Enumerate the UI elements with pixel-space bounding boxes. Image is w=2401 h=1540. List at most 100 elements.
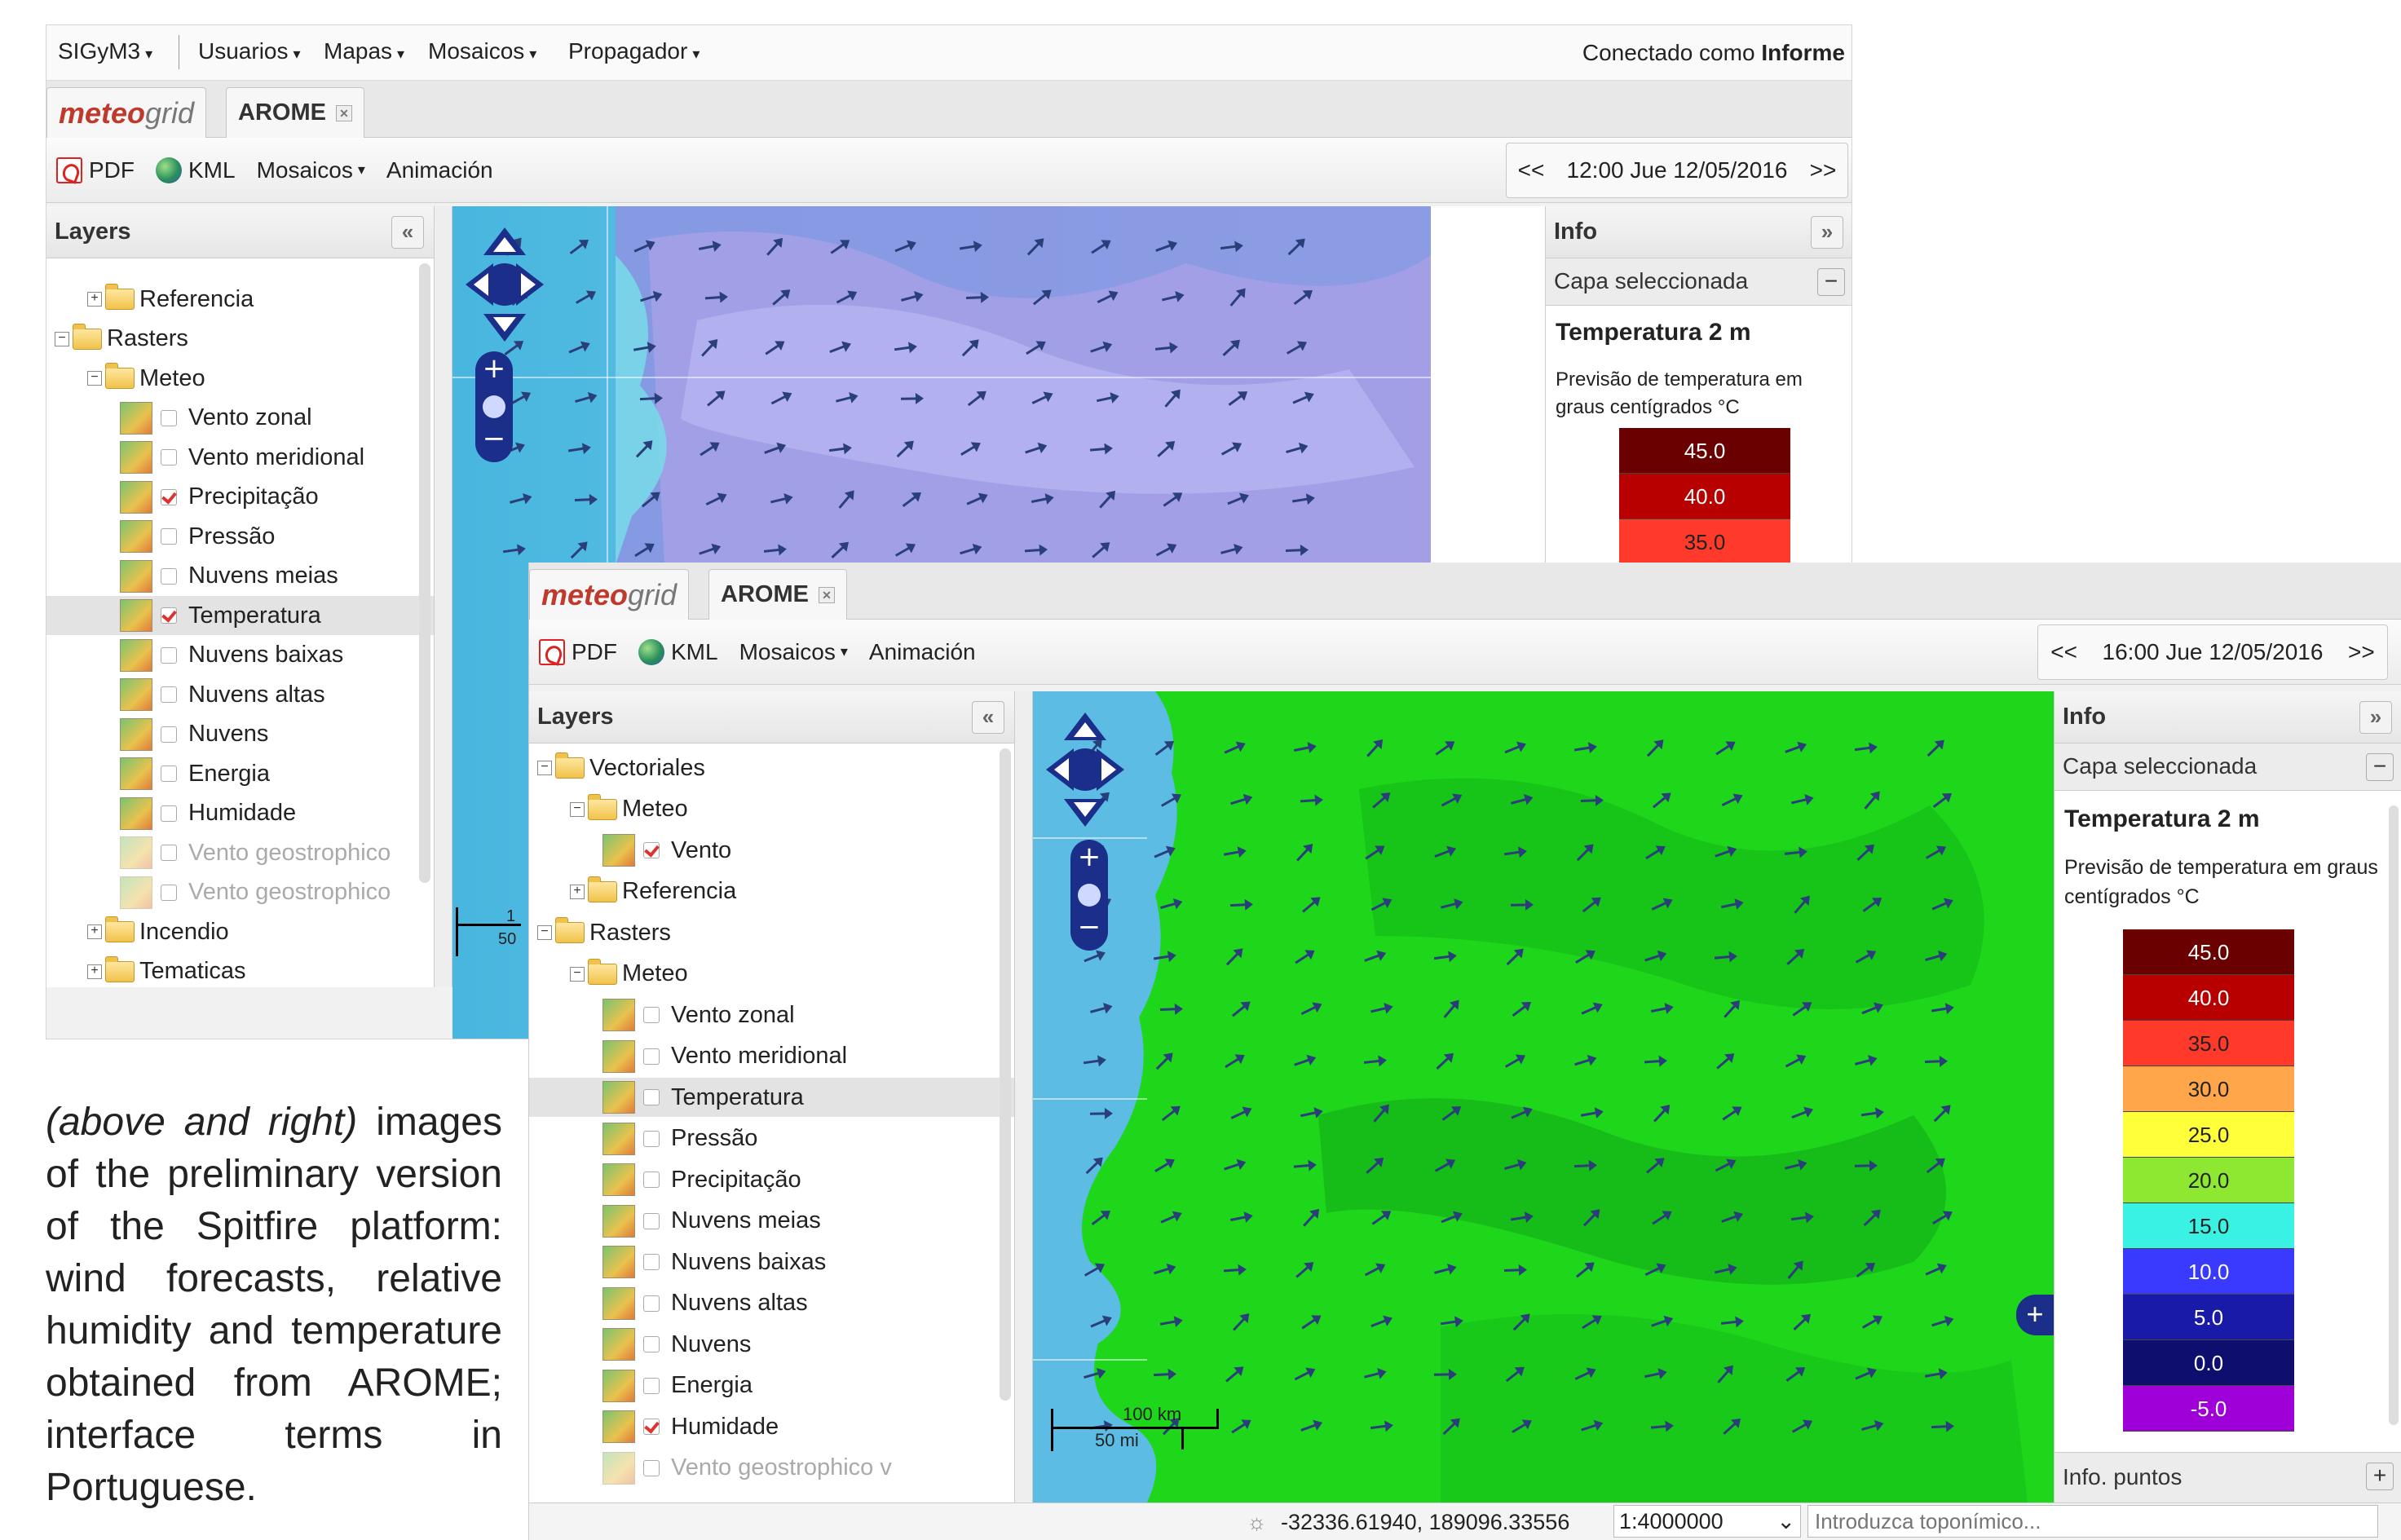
- next-time-button[interactable]: >>: [1810, 157, 1837, 183]
- layer-checkbox[interactable]: [643, 1336, 660, 1352]
- layer-checkbox[interactable]: [161, 488, 177, 505]
- collapse-left-icon[interactable]: «: [391, 216, 424, 249]
- layer-tree-row[interactable]: Vento geostrophico v: [529, 1449, 1014, 1488]
- layer-tree-row[interactable]: − Rasters: [46, 320, 434, 359]
- menu-mosaicos[interactable]: Mosaicos ▾: [428, 38, 536, 64]
- next-time-button[interactable]: >>: [2348, 639, 2375, 665]
- minus-icon[interactable]: −: [1817, 268, 1845, 296]
- collapse-node-icon[interactable]: −: [570, 966, 585, 982]
- collapse-node-icon[interactable]: −: [537, 925, 552, 940]
- layer-tree-row[interactable]: − Meteo: [46, 359, 434, 398]
- collapse-node-icon[interactable]: −: [537, 761, 552, 775]
- layer-tree-row[interactable]: Nuvens: [46, 715, 434, 754]
- scale-select[interactable]: 1:4000000 ⌄: [1613, 1505, 1801, 1538]
- layer-tree-row[interactable]: Pressão: [529, 1119, 1014, 1158]
- pan-control-icon[interactable]: [1046, 713, 1124, 827]
- collapse-node-icon[interactable]: −: [570, 801, 585, 817]
- collapse-right-icon[interactable]: »: [1811, 216, 1843, 249]
- layer-checkbox[interactable]: [161, 686, 177, 703]
- layer-tree-row[interactable]: Vento: [529, 831, 1014, 870]
- animacion-button[interactable]: Animación: [386, 157, 493, 183]
- layer-checkbox[interactable]: [643, 1254, 660, 1270]
- layer-tree-row[interactable]: Vento zonal: [529, 995, 1014, 1035]
- layer-tree-row[interactable]: Nuvens meias: [46, 557, 434, 596]
- layer-tree-row[interactable]: Temperatura: [529, 1078, 1014, 1117]
- expand-node-icon[interactable]: +: [87, 292, 102, 307]
- collapse-left-icon[interactable]: «: [972, 701, 1004, 734]
- layer-tree-row[interactable]: + Referencia: [529, 872, 1014, 911]
- tree-scrollbar[interactable]: [419, 263, 430, 883]
- tree-scrollbar[interactable]: [1000, 748, 1011, 1401]
- kml-button[interactable]: KML: [156, 157, 236, 183]
- layer-checkbox[interactable]: [643, 1377, 660, 1394]
- layer-tree-row[interactable]: Nuvens altas: [529, 1284, 1014, 1323]
- tab-arome[interactable]: AROME ✕: [708, 569, 847, 620]
- layer-tree-row[interactable]: Nuvens baixas: [529, 1242, 1014, 1282]
- layer-tree-row[interactable]: + Referencia: [46, 280, 434, 319]
- layer-tree-row[interactable]: Vento geostrophico: [46, 873, 434, 912]
- pan-control-icon[interactable]: [466, 227, 544, 342]
- kml-button[interactable]: KML: [638, 638, 718, 665]
- layer-checkbox[interactable]: [161, 845, 177, 861]
- layer-tree-row[interactable]: − Meteo: [529, 790, 1014, 829]
- expand-node-icon[interactable]: +: [570, 884, 585, 899]
- layer-tree-row[interactable]: Precipitação: [529, 1160, 1014, 1199]
- zoom-control-icon[interactable]: + −: [474, 350, 514, 464]
- minus-icon[interactable]: −: [2366, 753, 2394, 781]
- menu-usuarios[interactable]: Usuarios ▾: [198, 38, 301, 64]
- front-map[interactable]: + − + 100 km 50 mi: [1033, 691, 2054, 1502]
- expand-node-icon[interactable]: +: [87, 964, 102, 979]
- layer-checkbox[interactable]: [643, 842, 660, 858]
- layer-tree-row[interactable]: Humidade: [529, 1407, 1014, 1446]
- layer-tree-row[interactable]: Nuvens altas: [46, 675, 434, 714]
- prev-time-button[interactable]: <<: [2050, 639, 2077, 665]
- zoom-control-icon[interactable]: + −: [1069, 838, 1110, 952]
- tab-meteogrid[interactable]: meteo grid: [46, 87, 207, 138]
- layer-checkbox[interactable]: [643, 1295, 660, 1312]
- layer-tree-row[interactable]: Pressão: [46, 517, 434, 556]
- toponym-search-input[interactable]: [1807, 1505, 2378, 1538]
- layer-checkbox[interactable]: [643, 1130, 660, 1147]
- collapse-node-icon[interactable]: −: [55, 331, 69, 346]
- plus-icon[interactable]: +: [2366, 1463, 2394, 1490]
- panel-splitter[interactable]: [1015, 691, 1033, 1502]
- collapse-node-icon[interactable]: −: [87, 371, 102, 386]
- menu-propagador[interactable]: Propagador ▾: [568, 38, 700, 64]
- close-icon[interactable]: ✕: [335, 104, 352, 121]
- layer-tree-row[interactable]: Vento zonal: [46, 399, 434, 438]
- layer-checkbox[interactable]: [643, 1172, 660, 1188]
- layer-tree-row[interactable]: − Rasters: [529, 913, 1014, 952]
- mosaicos-dropdown[interactable]: Mosaicos ▾: [257, 157, 365, 183]
- layer-tree-row[interactable]: Nuvens meias: [529, 1202, 1014, 1241]
- layer-checkbox[interactable]: [161, 409, 177, 426]
- layer-checkbox[interactable]: [161, 646, 177, 664]
- mosaicos-dropdown[interactable]: Mosaicos ▾: [739, 639, 848, 665]
- layer-checkbox[interactable]: [161, 607, 177, 624]
- layer-checkbox[interactable]: [161, 766, 177, 782]
- prev-time-button[interactable]: <<: [1518, 157, 1545, 183]
- layer-tree-row[interactable]: Energia: [46, 754, 434, 793]
- layer-tree-row[interactable]: Energia: [529, 1366, 1014, 1405]
- layer-tree-row[interactable]: + Tematicas: [46, 952, 434, 988]
- collapse-right-icon[interactable]: »: [2359, 701, 2392, 734]
- layer-checkbox[interactable]: [643, 1048, 660, 1065]
- layer-checkbox[interactable]: [161, 726, 177, 743]
- layer-tree-row[interactable]: Nuvens baixas: [46, 636, 434, 675]
- layer-tree-row[interactable]: Vento meridional: [529, 1037, 1014, 1076]
- layer-checkbox[interactable]: [161, 449, 177, 466]
- layer-checkbox[interactable]: [161, 805, 177, 822]
- animacion-button[interactable]: Animación: [869, 639, 976, 665]
- layer-checkbox[interactable]: [643, 1459, 660, 1476]
- pdf-button[interactable]: PDF: [56, 157, 135, 183]
- tab-meteogrid[interactable]: meteo grid: [529, 569, 690, 620]
- layer-tree-row[interactable]: Humidade: [46, 794, 434, 833]
- layer-tree-row[interactable]: + Incendio: [46, 912, 434, 951]
- expand-node-icon[interactable]: +: [87, 924, 102, 939]
- layer-tree-row[interactable]: − Vectoriales: [529, 748, 1014, 788]
- menu-sigym3[interactable]: SIGyM3 ▾: [58, 38, 152, 64]
- layer-checkbox[interactable]: [161, 567, 177, 585]
- layer-checkbox[interactable]: [643, 1212, 660, 1229]
- layer-tree-row[interactable]: Vento geostrophico: [46, 833, 434, 872]
- overview-map-toggle[interactable]: +: [2016, 1295, 2054, 1335]
- layer-tree-row[interactable]: − Meteo: [529, 955, 1014, 994]
